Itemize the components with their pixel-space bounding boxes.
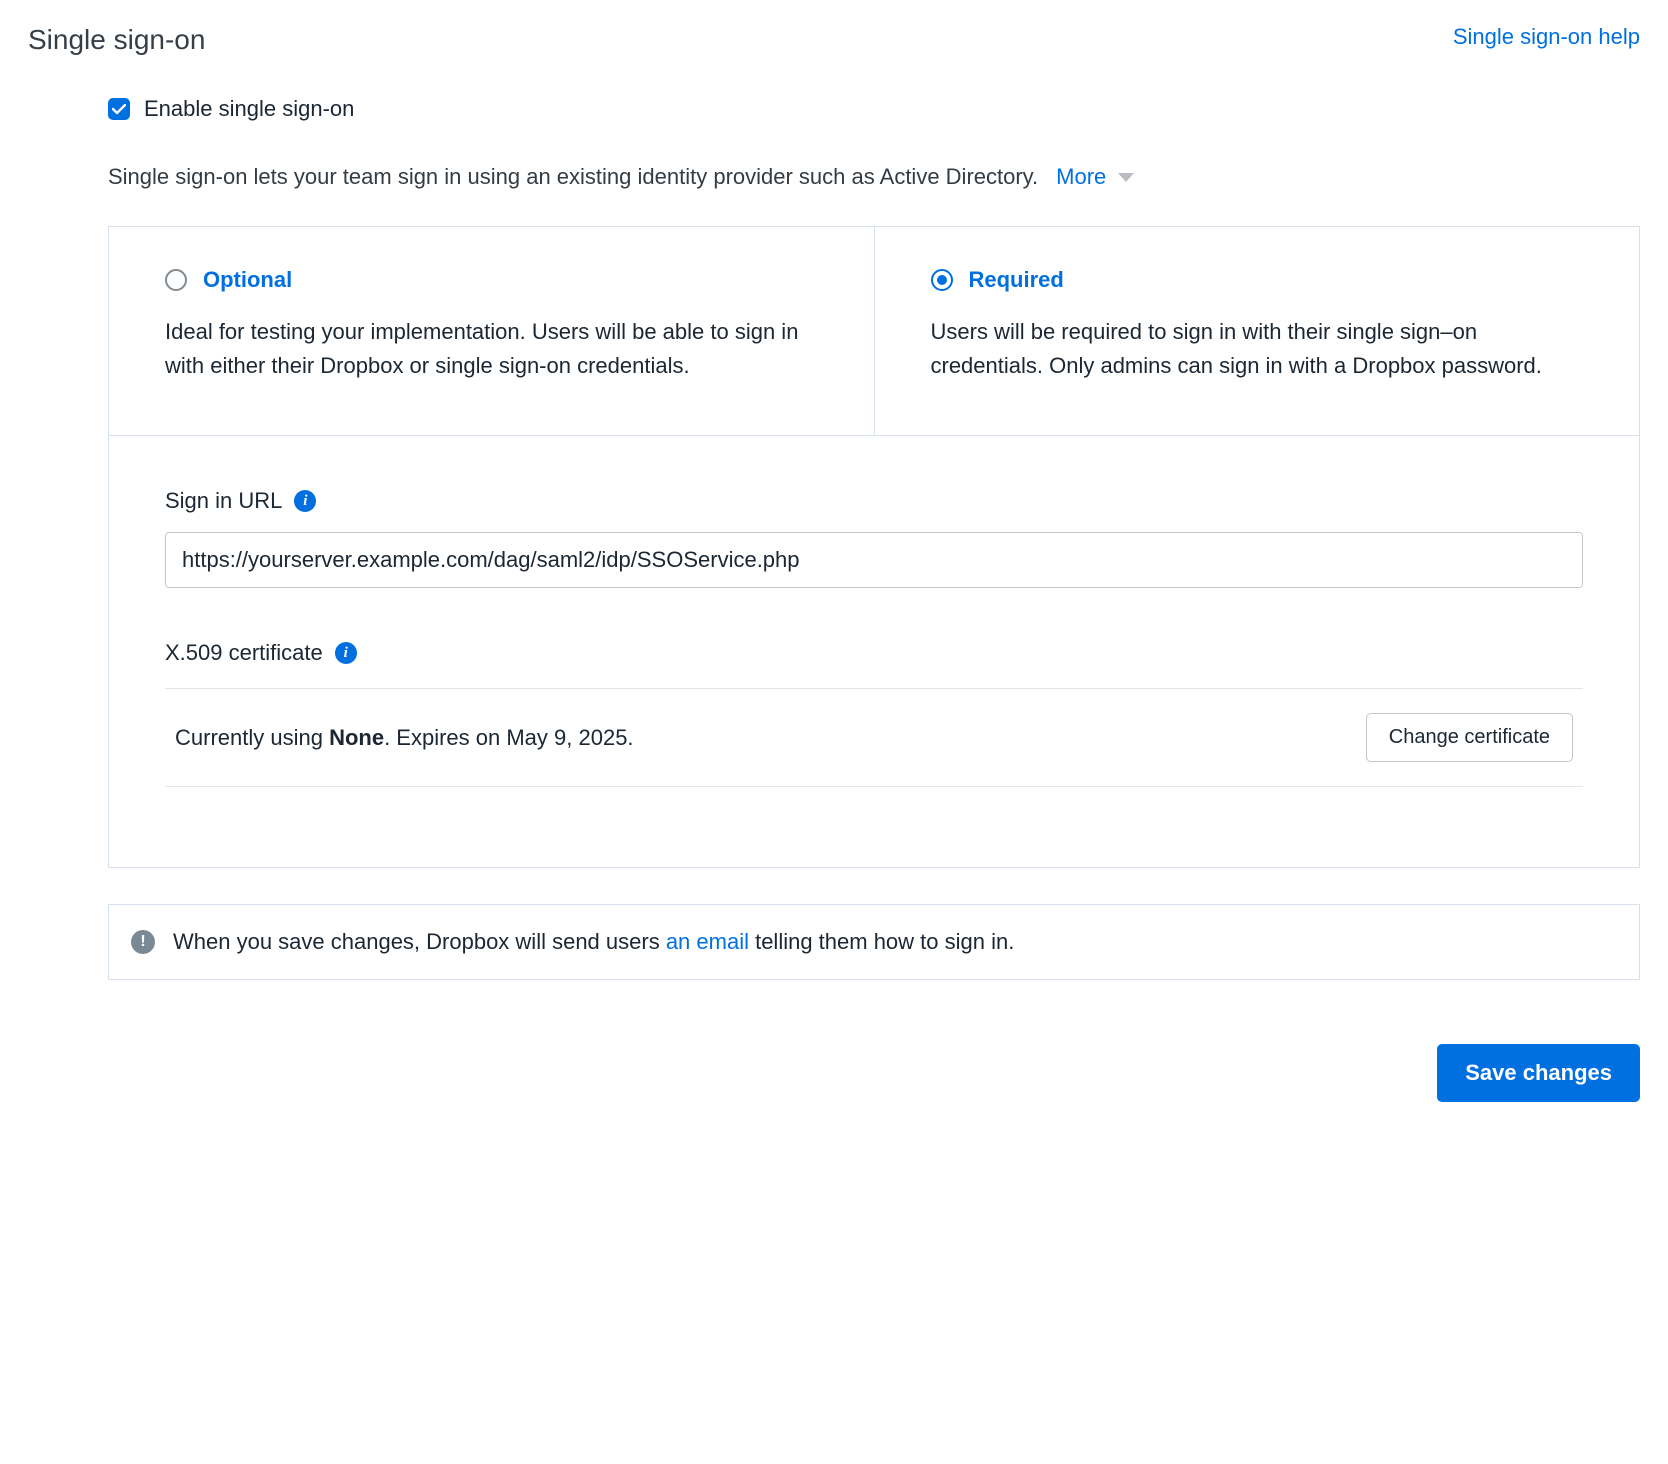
signin-url-input[interactable] (165, 532, 1583, 588)
mode-optional-desc: Ideal for testing your implementation. U… (165, 315, 818, 383)
sso-config-panel: Optional Ideal for testing your implemen… (108, 226, 1640, 868)
chevron-down-icon (1118, 173, 1134, 182)
save-notice: ! When you save changes, Dropbox will se… (108, 904, 1640, 980)
mode-optional-title: Optional (203, 267, 292, 293)
alert-icon: ! (131, 930, 155, 954)
notice-suffix: telling them how to sign in. (749, 929, 1014, 954)
notice-email-link[interactable]: an email (666, 929, 749, 954)
radio-dot-icon (937, 275, 947, 285)
enable-sso-checkbox[interactable] (108, 98, 130, 120)
page-title: Single sign-on (28, 24, 205, 56)
info-icon[interactable]: i (335, 642, 357, 664)
certificate-status: Currently using None. Expires on May 9, … (175, 725, 634, 751)
signin-url-label: Sign in URL (165, 488, 282, 514)
change-certificate-button[interactable]: Change certificate (1366, 713, 1573, 762)
sso-description: Single sign-on lets your team sign in us… (108, 164, 1038, 190)
mode-required-desc: Users will be required to sign in with t… (931, 315, 1584, 383)
radio-optional[interactable] (165, 269, 187, 291)
mode-required-title: Required (969, 267, 1064, 293)
notice-prefix: When you save changes, Dropbox will send… (173, 929, 666, 954)
more-toggle[interactable]: More (1056, 164, 1134, 190)
certificate-label: X.509 certificate (165, 640, 323, 666)
save-changes-button[interactable]: Save changes (1437, 1044, 1640, 1102)
sso-help-link[interactable]: Single sign-on help (1453, 24, 1640, 50)
radio-required[interactable] (931, 269, 953, 291)
mode-optional-cell[interactable]: Optional Ideal for testing your implemen… (109, 227, 875, 435)
enable-sso-label: Enable single sign-on (144, 96, 354, 122)
info-icon[interactable]: i (294, 490, 316, 512)
mode-required-cell[interactable]: Required Users will be required to sign … (875, 227, 1640, 435)
check-icon (112, 104, 126, 115)
more-label: More (1056, 164, 1106, 190)
